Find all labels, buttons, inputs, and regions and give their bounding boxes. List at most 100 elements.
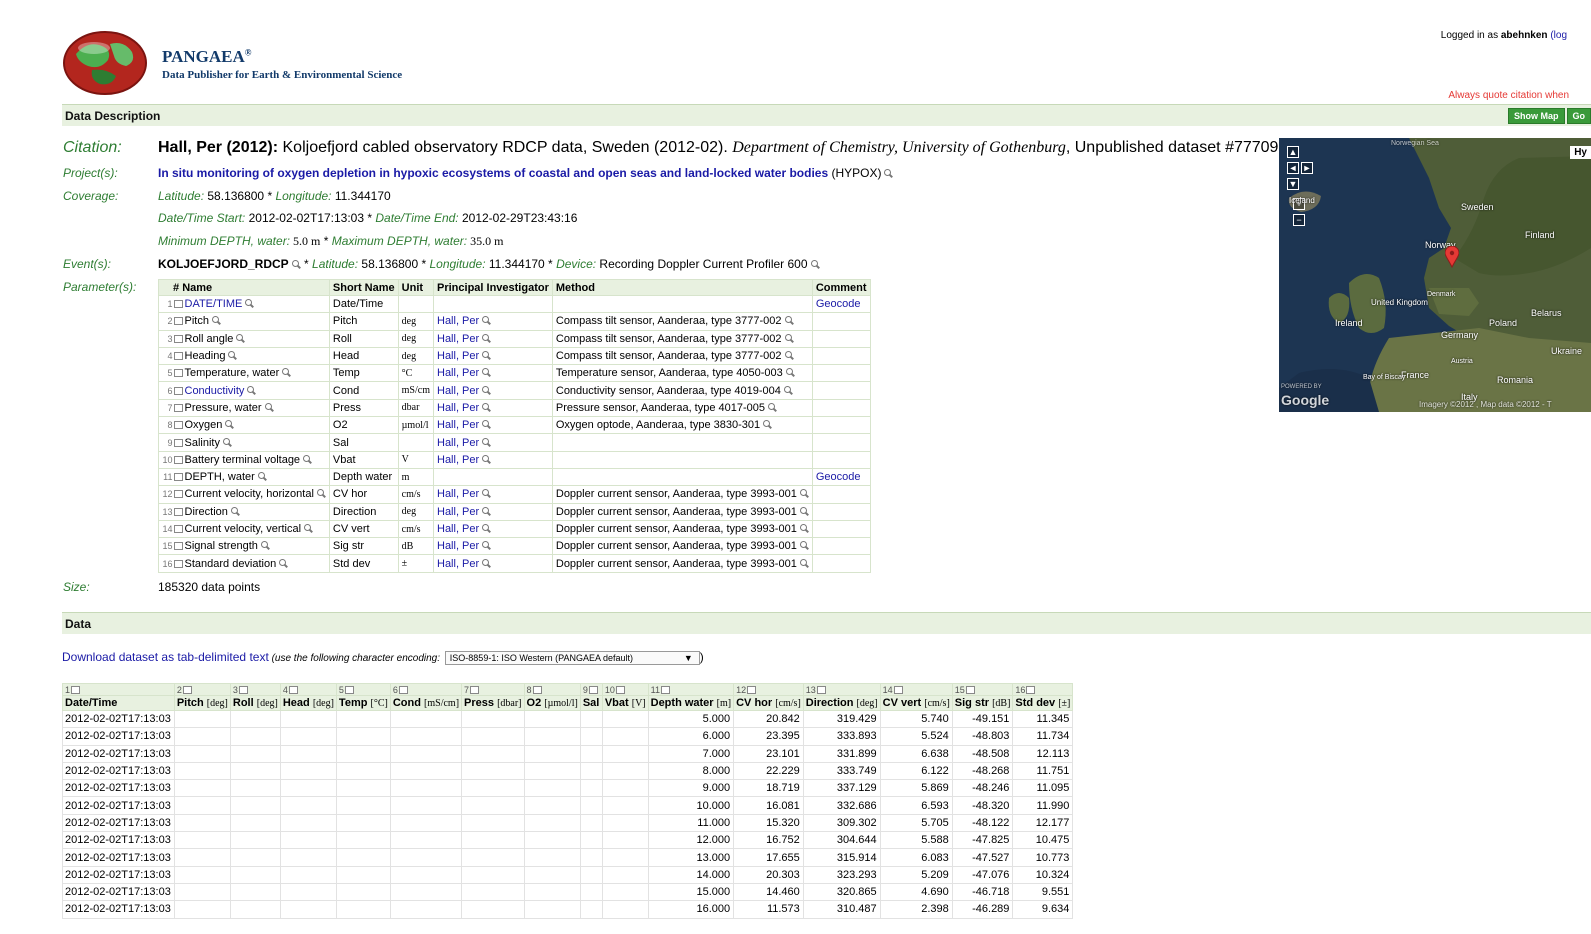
download-link[interactable]: Download dataset as tab-delimited text bbox=[62, 650, 269, 664]
column-checkbox[interactable] bbox=[588, 685, 598, 694]
search-icon[interactable] bbox=[245, 299, 254, 308]
column-header[interactable]: O2 [µmol/l] bbox=[523, 695, 581, 711]
search-icon[interactable] bbox=[482, 316, 491, 325]
search-icon[interactable] bbox=[482, 489, 491, 498]
param-name[interactable]: DATE/TIME bbox=[185, 298, 243, 310]
logout-link[interactable]: (log bbox=[1548, 30, 1567, 41]
location-map[interactable]: ▲ ◄ ► ▼ + − Hy Norwegian Sea Sweden Finl… bbox=[1279, 138, 1591, 412]
column-checkbox[interactable] bbox=[893, 685, 903, 694]
column-header[interactable]: Vbat [V] bbox=[601, 695, 649, 711]
param-checkbox[interactable] bbox=[173, 525, 183, 533]
search-icon[interactable] bbox=[304, 524, 313, 533]
pi-link[interactable]: Hall, Per bbox=[437, 402, 479, 414]
search-icon[interactable] bbox=[247, 385, 256, 395]
search-icon[interactable] bbox=[482, 524, 491, 533]
search-icon[interactable] bbox=[264, 402, 274, 412]
param-checkbox[interactable] bbox=[173, 386, 183, 395]
search-icon[interactable] bbox=[784, 333, 794, 343]
column-header[interactable]: Pitch [deg] bbox=[173, 695, 231, 711]
search-icon[interactable] bbox=[482, 333, 491, 343]
column-checkbox[interactable] bbox=[965, 685, 975, 694]
project-link[interactable]: In situ monitoring of oxygen depletion i… bbox=[158, 166, 828, 180]
search-icon[interactable] bbox=[799, 541, 809, 550]
param-checkbox[interactable] bbox=[173, 473, 183, 482]
map-type-button[interactable]: Hy bbox=[1570, 146, 1591, 159]
pi-link[interactable]: Hall, Per bbox=[437, 488, 479, 500]
zoom-out-icon[interactable]: − bbox=[1293, 214, 1305, 226]
search-icon[interactable] bbox=[316, 489, 326, 498]
column-checkbox[interactable] bbox=[182, 685, 192, 694]
pi-link[interactable]: Hall, Per bbox=[437, 558, 479, 570]
pi-link[interactable]: Hall, Per bbox=[437, 540, 479, 552]
search-icon[interactable] bbox=[291, 260, 301, 269]
search-icon[interactable] bbox=[257, 472, 267, 481]
search-icon[interactable] bbox=[799, 506, 809, 516]
search-icon[interactable] bbox=[222, 437, 232, 447]
search-icon[interactable] bbox=[482, 541, 491, 550]
search-icon[interactable] bbox=[884, 169, 893, 178]
column-checkbox[interactable] bbox=[238, 685, 248, 694]
column-header[interactable]: Head [deg] bbox=[279, 695, 337, 711]
column-checkbox[interactable] bbox=[344, 685, 354, 694]
search-icon[interactable] bbox=[785, 368, 795, 377]
geocode-link[interactable]: Geocode bbox=[816, 471, 861, 483]
column-header[interactable]: CV vert [cm/s] bbox=[879, 695, 953, 711]
column-checkbox[interactable] bbox=[816, 685, 826, 694]
column-header[interactable]: Sig str [dB] bbox=[951, 695, 1014, 711]
search-icon[interactable] bbox=[303, 454, 312, 464]
param-checkbox[interactable] bbox=[173, 421, 183, 430]
search-icon[interactable] bbox=[482, 506, 491, 516]
param-checkbox[interactable] bbox=[173, 369, 183, 378]
param-checkbox[interactable] bbox=[173, 300, 183, 309]
column-checkbox[interactable] bbox=[288, 685, 298, 694]
search-icon[interactable] bbox=[482, 368, 491, 377]
search-icon[interactable] bbox=[282, 368, 291, 377]
param-checkbox[interactable] bbox=[173, 507, 183, 516]
param-checkbox[interactable] bbox=[173, 559, 183, 568]
pi-link[interactable]: Hall, Per bbox=[437, 315, 479, 327]
search-icon[interactable] bbox=[763, 420, 772, 429]
search-icon[interactable] bbox=[482, 351, 491, 360]
pi-link[interactable]: Hall, Per bbox=[437, 523, 479, 535]
search-icon[interactable] bbox=[260, 541, 270, 550]
search-icon[interactable] bbox=[784, 351, 794, 360]
search-icon[interactable] bbox=[230, 506, 240, 516]
search-icon[interactable] bbox=[784, 316, 794, 325]
encoding-select[interactable]: ISO-8859-1: ISO Western (PANGAEA default… bbox=[444, 651, 700, 665]
pi-link[interactable]: Hall, Per bbox=[437, 419, 479, 431]
location-marker-icon[interactable] bbox=[1445, 246, 1459, 268]
param-checkbox[interactable] bbox=[173, 403, 183, 412]
column-checkbox[interactable] bbox=[615, 685, 625, 694]
search-icon[interactable] bbox=[236, 333, 245, 343]
column-checkbox[interactable] bbox=[71, 685, 81, 694]
param-checkbox[interactable] bbox=[173, 334, 183, 343]
pan-right-icon[interactable]: ► bbox=[1301, 162, 1313, 174]
param-checkbox[interactable] bbox=[173, 490, 183, 499]
show-map-button[interactable]: Show Map bbox=[1508, 108, 1565, 124]
search-icon[interactable] bbox=[810, 260, 820, 269]
column-checkbox[interactable] bbox=[532, 685, 542, 694]
search-icon[interactable] bbox=[799, 489, 809, 498]
search-icon[interactable] bbox=[225, 420, 234, 429]
pan-left-icon[interactable]: ◄ bbox=[1287, 162, 1299, 174]
search-icon[interactable] bbox=[799, 558, 809, 568]
search-icon[interactable] bbox=[228, 351, 237, 360]
column-header[interactable]: Direction [deg] bbox=[802, 695, 881, 711]
pi-link[interactable]: Hall, Per bbox=[437, 367, 479, 379]
search-icon[interactable] bbox=[279, 558, 288, 568]
column-header[interactable]: Date/Time bbox=[62, 695, 175, 711]
pi-link[interactable]: Hall, Per bbox=[437, 506, 479, 518]
column-checkbox[interactable] bbox=[398, 685, 408, 694]
search-icon[interactable] bbox=[482, 385, 491, 395]
search-icon[interactable] bbox=[482, 558, 491, 568]
param-checkbox[interactable] bbox=[173, 542, 183, 551]
pi-link[interactable]: Hall, Per bbox=[437, 350, 479, 362]
column-header[interactable]: Cond [mS/cm] bbox=[389, 695, 463, 711]
column-checkbox[interactable] bbox=[660, 685, 670, 694]
column-checkbox[interactable] bbox=[470, 685, 480, 694]
pangaea-logo[interactable] bbox=[62, 30, 148, 96]
search-icon[interactable] bbox=[799, 524, 809, 533]
column-checkbox[interactable] bbox=[747, 685, 757, 694]
search-icon[interactable] bbox=[482, 402, 491, 412]
pan-down-icon[interactable]: ▼ bbox=[1287, 178, 1299, 190]
